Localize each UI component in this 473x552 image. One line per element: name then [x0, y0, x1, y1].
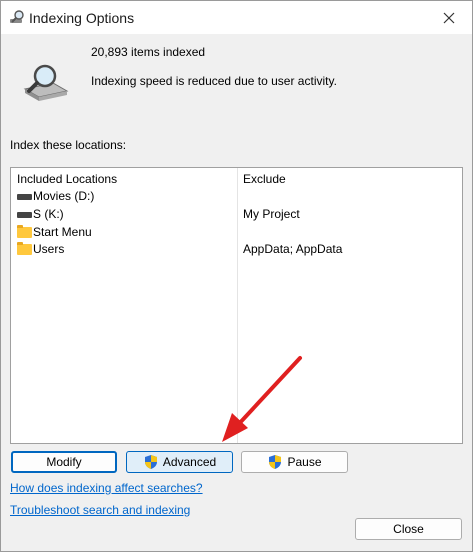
drive-icon: [17, 189, 33, 203]
close-button[interactable]: Close: [355, 518, 462, 540]
locations-section-label: Index these locations:: [10, 138, 127, 152]
title-bar: Indexing Options: [1, 1, 472, 34]
location-row[interactable]: Movies (D:): [11, 188, 462, 205]
location-row[interactable]: Start Menu: [11, 224, 462, 241]
included-locations-header[interactable]: Included Locations: [17, 172, 117, 186]
location-name: S (K:): [33, 207, 64, 221]
location-name: Start Menu: [33, 225, 92, 239]
location-row[interactable]: S (K:) My Project: [11, 206, 462, 223]
folder-icon: [17, 225, 33, 239]
uac-shield-icon: [269, 455, 282, 469]
close-icon: [443, 12, 455, 23]
how-indexing-affects-link[interactable]: How does indexing affect searches?: [10, 481, 203, 495]
location-row[interactable]: Users AppData; AppData: [11, 241, 462, 258]
troubleshoot-link[interactable]: Troubleshoot search and indexing: [10, 503, 190, 517]
drive-icon: [17, 207, 33, 221]
locations-list[interactable]: Included Locations Exclude Movies (D:) S…: [10, 167, 463, 444]
indexing-magnifier-icon: [23, 64, 69, 101]
location-exclude: AppData; AppData: [243, 242, 343, 256]
indexing-options-window: Indexing Options 20,893 items indexed In…: [0, 0, 473, 552]
location-name: Users: [33, 242, 65, 256]
window-title: Indexing Options: [29, 10, 135, 26]
magnifier-drive-icon: [10, 10, 24, 23]
location-exclude: My Project: [243, 207, 300, 221]
pause-button[interactable]: Pause: [241, 451, 348, 473]
exclude-header[interactable]: Exclude: [243, 172, 286, 186]
indexing-status: Indexing speed is reduced due to user ac…: [91, 74, 337, 88]
close-window-button[interactable]: [426, 1, 472, 34]
location-name: Movies (D:): [33, 189, 95, 203]
folder-icon: [17, 242, 33, 256]
modify-button[interactable]: Modify: [11, 451, 117, 473]
advanced-button[interactable]: Advanced: [126, 451, 233, 473]
close-label: Close: [393, 522, 424, 536]
modify-label: Modify: [46, 455, 82, 469]
items-indexed-count: 20,893 items indexed: [91, 45, 206, 59]
pause-label: Pause: [287, 455, 322, 469]
uac-shield-icon: [144, 455, 157, 469]
advanced-label: Advanced: [162, 455, 217, 469]
